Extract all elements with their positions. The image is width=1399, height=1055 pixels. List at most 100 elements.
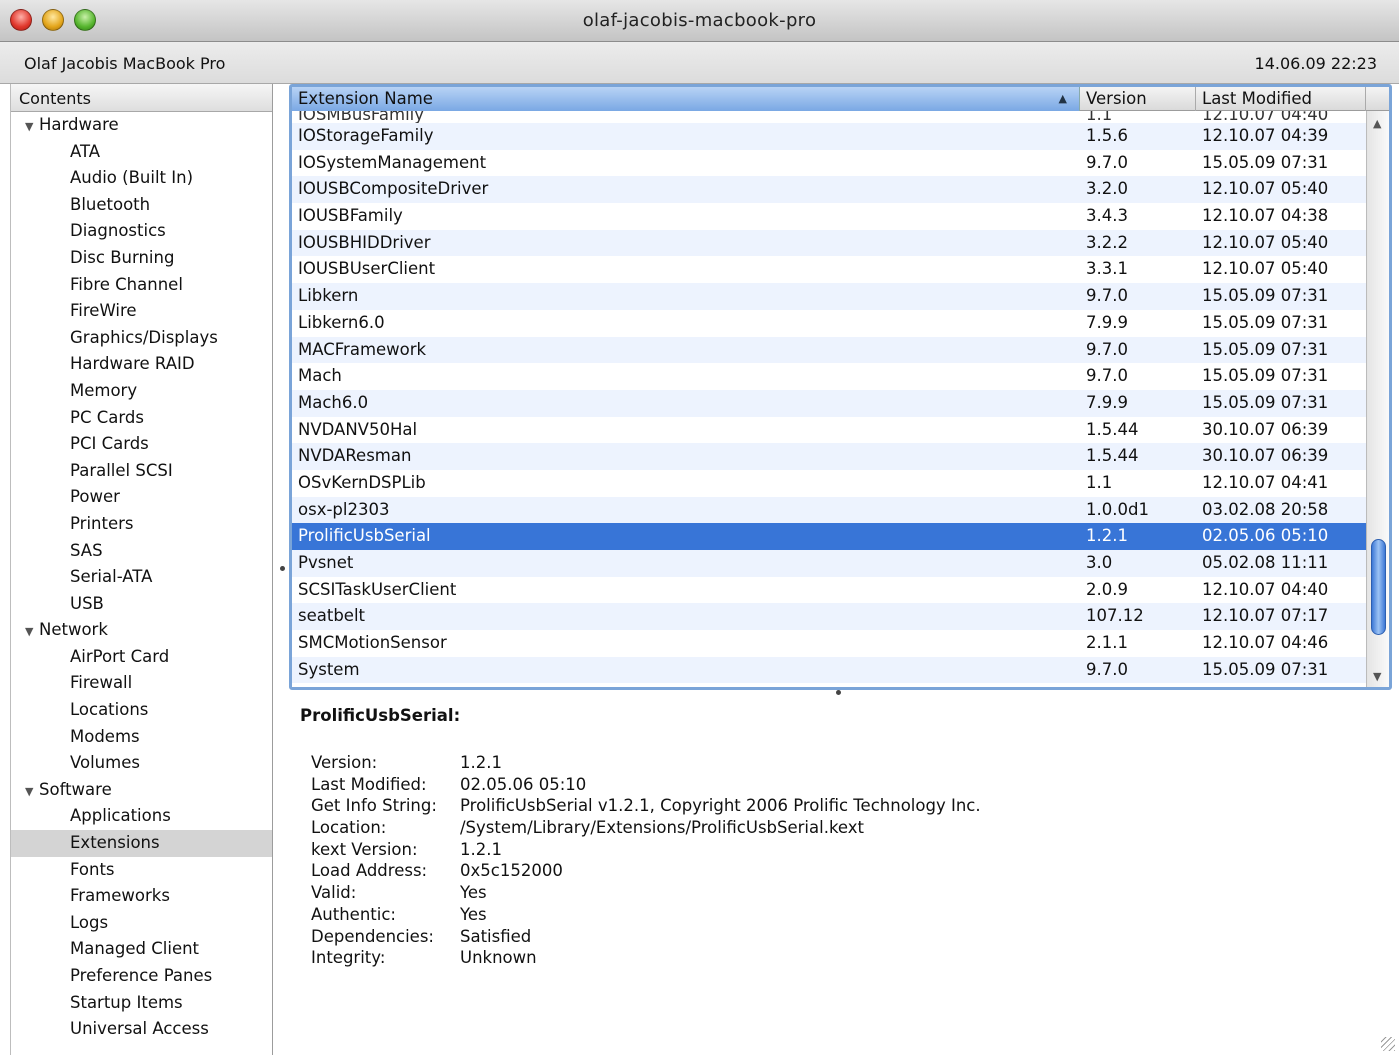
- extensions-table: Extension Name ▲ Version Last Modified I…: [289, 84, 1392, 690]
- cell-extension-name: Mach: [298, 366, 342, 386]
- cell-version: 9.7.0: [1086, 286, 1128, 306]
- cell-version: 1.0.0d1: [1086, 499, 1149, 519]
- detail-field-key: Authentic:: [311, 904, 396, 924]
- cell-last-modified: 03.02.08 20:58: [1202, 499, 1329, 519]
- sidebar-item-logs[interactable]: Logs: [11, 910, 272, 937]
- cell-extension-name: System: [298, 659, 360, 679]
- cell-version: 9.7.0: [1086, 366, 1128, 386]
- sidebar-item-ata[interactable]: ATA: [11, 139, 272, 166]
- table-row[interactable]: NVDAResman 1.5.44 30.10.07 06:39: [292, 443, 1366, 470]
- detail-field-key: Last Modified:: [311, 774, 427, 794]
- table-row[interactable]: Mach 9.7.0 15.05.09 07:31: [292, 363, 1366, 390]
- detail-field-key: Version:: [311, 753, 378, 772]
- cell-last-modified: 12.10.07 04:40: [1202, 579, 1329, 599]
- sidebar-item-power[interactable]: Power: [11, 484, 272, 511]
- sidebar-item-startup-items[interactable]: Startup Items: [11, 990, 272, 1017]
- disclosure-triangle-icon[interactable]: ▼: [25, 779, 39, 806]
- cell-last-modified: 30.10.07 06:39: [1202, 446, 1329, 466]
- table-row[interactable]: IOStorageFamily 1.5.6 12.10.07 04:39: [292, 123, 1366, 150]
- sidebar-item-fonts[interactable]: Fonts: [11, 857, 272, 884]
- cell-extension-name: seatbelt: [298, 606, 366, 626]
- title-bar: olaf-jacobis-macbook-pro: [0, 0, 1399, 42]
- sidebar-item-airport-card[interactable]: AirPort Card: [11, 644, 272, 671]
- sidebar-item-bluetooth[interactable]: Bluetooth: [11, 192, 272, 219]
- table-row-partial[interactable]: IOSMBusFamily 1.1 12.10.07 04:40: [292, 111, 1366, 123]
- table-row[interactable]: NVDANV50Hal 1.5.44 30.10.07 06:39: [292, 417, 1366, 444]
- sidebar-item-printers[interactable]: Printers: [11, 511, 272, 538]
- contents-header: Contents: [11, 84, 272, 112]
- sidebar-item-preference-panes[interactable]: Preference Panes: [11, 963, 272, 990]
- column-header-last-modified[interactable]: Last Modified: [1196, 87, 1366, 111]
- cell-version: 9.7.0: [1086, 339, 1128, 359]
- disclosure-triangle-icon[interactable]: ▼: [25, 114, 39, 141]
- sidebar-group-software[interactable]: ▼ Software: [11, 777, 272, 804]
- sidebar-item-firewire[interactable]: FireWire: [11, 298, 272, 325]
- split-pane-grip[interactable]: [836, 690, 841, 695]
- sidebar-item-sas[interactable]: SAS: [11, 538, 272, 565]
- sidebar-item-frameworks[interactable]: Frameworks: [11, 883, 272, 910]
- scroll-up-arrow-icon[interactable]: ▲: [1373, 117, 1381, 130]
- sidebar-item-diagnostics[interactable]: Diagnostics: [11, 218, 272, 245]
- sidebar-item-extensions[interactable]: Extensions: [11, 830, 272, 857]
- sidebar-item-hardware-raid[interactable]: Hardware RAID: [11, 351, 272, 378]
- sidebar-item-applications[interactable]: Applications: [11, 803, 272, 830]
- table-row[interactable]: IOSystemManagement 9.7.0 15.05.09 07:31: [292, 150, 1366, 177]
- cell-extension-name: SMCMotionSensor: [298, 633, 447, 653]
- table-row[interactable]: IOUSBUserClient 3.3.1 12.10.07 05:40: [292, 256, 1366, 283]
- sidebar-item-memory[interactable]: Memory: [11, 378, 272, 405]
- sidebar-item-universal-access[interactable]: Universal Access: [11, 1016, 272, 1043]
- sidebar-item-pc-cards[interactable]: PC Cards: [11, 405, 272, 432]
- detail-field-value: Unknown: [460, 948, 537, 968]
- table-row[interactable]: IOUSBFamily 3.4.3 12.10.07 04:38: [292, 203, 1366, 230]
- cell-last-modified: 12.10.07 04:39: [1202, 126, 1329, 145]
- scroll-down-arrow-icon[interactable]: ▼: [1373, 670, 1381, 683]
- table-row[interactable]: SCSITaskUserClient 2.0.9 12.10.07 04:40: [292, 577, 1366, 604]
- table-row[interactable]: MACFramework 9.7.0 15.05.09 07:31: [292, 336, 1366, 364]
- sidebar-item-volumes[interactable]: Volumes: [11, 750, 272, 777]
- table-scrollbar[interactable]: ▲ ▼: [1366, 111, 1389, 687]
- sidebar-item-parallel-scsi[interactable]: Parallel SCSI: [11, 458, 272, 485]
- sidebar-item-locations[interactable]: Locations: [11, 697, 272, 724]
- table-row[interactable]: System 9.7.0 15.05.09 07:31: [292, 656, 1366, 684]
- sidebar-item-disc-burning[interactable]: Disc Burning: [11, 245, 272, 272]
- sidebar-item-audio-built-in[interactable]: Audio (Built In): [11, 165, 272, 192]
- cell-last-modified: 12.10.07 04:40: [1202, 111, 1329, 123]
- table-row[interactable]: osx-pl2303 1.0.0d1 03.02.08 20:58: [292, 496, 1366, 524]
- table-row[interactable]: SMCMotionSensor 2.1.1 12.10.07 04:46: [292, 630, 1366, 657]
- sidebar-item-serial-ata[interactable]: Serial-ATA: [11, 564, 272, 591]
- disclosure-triangle-icon[interactable]: ▼: [25, 619, 39, 646]
- cell-last-modified: 12.10.07 05:40: [1202, 232, 1329, 252]
- table-row[interactable]: seatbelt 107.12 12.10.07 07:17: [292, 603, 1366, 631]
- table-row[interactable]: Mach6.0 7.9.9 15.05.09 07:31: [292, 389, 1366, 417]
- table-row[interactable]: ProlificUsbSerial 1.2.1 02.05.06 05:10: [292, 523, 1366, 550]
- table-row[interactable]: Libkern 9.7.0 15.05.09 07:31: [292, 283, 1366, 310]
- sidebar-group-label: Network: [39, 620, 108, 640]
- sidebar-item-graphics-displays[interactable]: Graphics/Displays: [11, 325, 272, 352]
- column-header-extension-name[interactable]: Extension Name ▲: [292, 87, 1080, 111]
- sidebar-item-fibre-channel[interactable]: Fibre Channel: [11, 272, 272, 299]
- detail-field-key: Load Address:: [311, 861, 428, 881]
- sidebar-item-firewall[interactable]: Firewall: [11, 670, 272, 697]
- table-row[interactable]: OSvKernDSPLib 1.1 12.10.07 04:41: [292, 470, 1366, 497]
- sidebar-group-network[interactable]: ▼ Network: [11, 617, 272, 644]
- window-title: olaf-jacobis-macbook-pro: [582, 10, 817, 31]
- scrollbar-thumb[interactable]: [1371, 539, 1386, 635]
- contents-sidebar: Contents ▼ Hardware ATA Audio (Built In) Blu…: [10, 84, 273, 1055]
- table-row[interactable]: IOUSBHIDDriver 3.2.2 12.10.07 05:40: [292, 229, 1366, 257]
- sidebar-item-pci-cards[interactable]: PCI Cards: [11, 431, 272, 458]
- cell-extension-name: IOSMBusFamily: [298, 111, 425, 123]
- sidebar-item-managed-client[interactable]: Managed Client: [11, 936, 272, 963]
- table-row[interactable]: Pvsnet 3.0 05.02.08 11:11: [292, 550, 1366, 577]
- table-row[interactable]: Libkern6.0 7.9.9 15.05.09 07:31: [292, 310, 1366, 337]
- sidebar-item-usb[interactable]: USB: [11, 591, 272, 618]
- split-view-grip[interactable]: [280, 566, 285, 571]
- window-resize-grip[interactable]: [1381, 1037, 1395, 1051]
- cell-last-modified: 15.05.09 07:31: [1202, 366, 1329, 386]
- cell-last-modified: 02.05.06 05:10: [1202, 526, 1329, 546]
- sidebar-group-hardware[interactable]: ▼ Hardware: [11, 112, 272, 139]
- cell-last-modified: 30.10.07 06:39: [1202, 419, 1329, 439]
- table-row[interactable]: IOUSBCompositeDriver 3.2.0 12.10.07 05:40: [292, 176, 1366, 204]
- column-header-version[interactable]: Version: [1080, 87, 1196, 111]
- cell-version: 1.5.44: [1086, 446, 1139, 466]
- sidebar-item-modems[interactable]: Modems: [11, 724, 272, 751]
